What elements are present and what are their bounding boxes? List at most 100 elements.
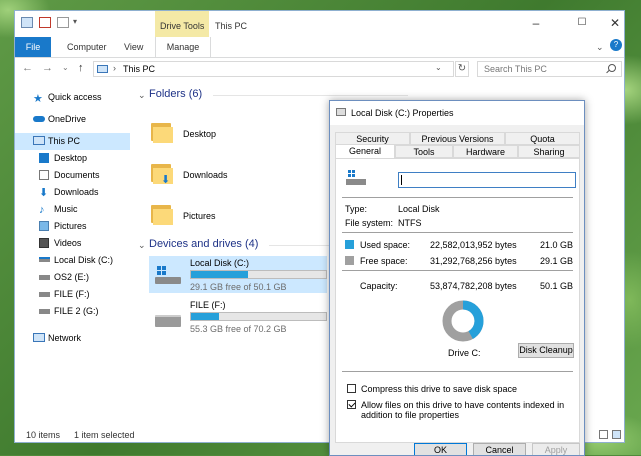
nav-label: Network	[48, 333, 82, 343]
nav-item-onedrive[interactable]: OneDrive	[15, 111, 130, 128]
recent-locations-icon[interactable]: ⌄	[62, 63, 69, 72]
maximize-icon[interactable]: ☐	[575, 17, 589, 29]
nav-item-documents[interactable]: Documents	[15, 167, 130, 184]
drive-tile-file-f[interactable]: FILE (F:) 55.3 GB free of 70.2 GB	[149, 298, 327, 335]
text-caret	[401, 175, 402, 185]
address-text[interactable]: This PC	[123, 64, 155, 74]
search-placeholder: Search This PC	[484, 64, 547, 74]
customize-toolbar-icon[interactable]: ▾	[73, 17, 77, 26]
compress-label[interactable]: Compress this drive to save disk space	[361, 384, 576, 394]
drive-name-input[interactable]	[398, 172, 576, 188]
drive-name: FILE (F:)	[190, 300, 226, 310]
properties-dialog: Local Disk (C:) Properties Security Prev…	[329, 100, 585, 456]
nav-label: Documents	[54, 170, 100, 180]
refresh-button[interactable]: ↻	[455, 61, 469, 77]
forward-icon[interactable]: →	[42, 62, 53, 74]
folder-downloads[interactable]: Downloads	[183, 170, 228, 180]
desktop-icon	[39, 153, 49, 163]
folder-desktop[interactable]: Desktop	[183, 129, 216, 139]
cloud-icon	[33, 116, 45, 122]
nav-item-music[interactable]: ♪ Music	[15, 201, 130, 218]
tab-quota[interactable]: Quota	[505, 132, 580, 145]
separator	[342, 197, 573, 198]
nav-item-file-f[interactable]: FILE (F:)	[15, 286, 130, 303]
tab-file[interactable]: File	[15, 37, 51, 57]
free-space-label: Free space:	[360, 256, 408, 266]
details-view-icon[interactable]	[599, 430, 608, 439]
nav-label: Pictures	[54, 221, 87, 231]
tab-manage[interactable]: Manage	[155, 37, 211, 57]
drive-icon	[39, 309, 50, 314]
disk-cleanup-button[interactable]: Disk Cleanup	[518, 343, 574, 358]
nav-item-desktop[interactable]: Desktop	[15, 150, 130, 167]
collapse-chevron-icon[interactable]: ⌄	[138, 90, 146, 101]
nav-item-os2-e[interactable]: OS2 (E:)	[15, 269, 130, 286]
compress-checkbox[interactable]	[347, 384, 356, 393]
tab-tools[interactable]: Tools	[395, 145, 453, 158]
folders-group-header[interactable]: Folders (6)	[149, 88, 202, 100]
breadcrumb-chevron-icon[interactable]: ›	[113, 63, 116, 73]
tab-previous-versions[interactable]: Previous Versions	[410, 132, 505, 145]
address-dropdown-icon[interactable]: ⌄	[435, 63, 442, 72]
close-icon[interactable]: ✕	[608, 17, 622, 29]
group-divider	[213, 95, 408, 96]
ok-button[interactable]: OK	[414, 443, 467, 455]
pictures-icon	[39, 221, 49, 231]
cancel-button[interactable]: Cancel	[473, 443, 526, 455]
folder-pictures[interactable]: Pictures	[183, 211, 216, 221]
search-input[interactable]: Search This PC	[477, 61, 622, 77]
tab-view[interactable]: View	[124, 42, 143, 56]
nav-item-this-pc[interactable]: This PC	[15, 133, 130, 150]
free-space-swatch	[345, 256, 354, 265]
nav-item-file2-g[interactable]: FILE 2 (G:)	[15, 303, 130, 320]
nav-item-downloads[interactable]: ⬇ Downloads	[15, 184, 130, 201]
used-space-label: Used space:	[360, 240, 411, 250]
music-icon: ♪	[39, 204, 45, 216]
minimize-icon[interactable]: –	[529, 17, 543, 29]
address-row: ← → ⌄ ↑ › This PC ⌄ ↻ Search This PC	[15, 58, 624, 80]
drives-group-header[interactable]: Devices and drives (4)	[149, 238, 258, 250]
network-icon	[33, 333, 45, 342]
expand-ribbon-icon[interactable]: ⌄	[596, 42, 604, 53]
drive-free-text: 55.3 GB free of 70.2 GB	[190, 324, 287, 334]
back-icon[interactable]: ←	[22, 62, 33, 74]
drive-tile-local-disk-c[interactable]: Local Disk (C:) 29.1 GB free of 50.1 GB	[149, 256, 327, 293]
properties-icon[interactable]	[39, 17, 51, 28]
nav-label: OS2 (E:)	[54, 272, 90, 282]
drive-icon	[155, 308, 185, 328]
apply-button[interactable]: Apply	[532, 443, 580, 455]
filesystem-value: NTFS	[398, 218, 422, 228]
capacity-label: Capacity:	[360, 281, 398, 291]
help-icon[interactable]: ?	[610, 39, 622, 51]
index-label[interactable]: Allow files on this drive to have conten…	[361, 400, 576, 420]
navigation-pane: ★ Quick access OneDrive This PC Desktop …	[15, 81, 135, 421]
star-icon: ★	[33, 93, 43, 105]
videos-icon	[39, 238, 49, 248]
large-icons-view-icon[interactable]	[612, 430, 621, 439]
drive-usage-fill	[191, 313, 220, 320]
drive-usage-bar	[190, 270, 327, 279]
nav-label: Quick access	[48, 92, 102, 102]
nav-label: Videos	[54, 238, 82, 248]
address-bar[interactable]: › This PC ⌄	[93, 61, 454, 77]
drive-icon	[39, 275, 50, 280]
tab-hardware[interactable]: Hardware	[453, 145, 518, 158]
collapse-chevron-icon[interactable]: ⌄	[138, 240, 146, 251]
nav-item-local-disk-c[interactable]: Local Disk (C:)	[15, 252, 130, 269]
tab-computer[interactable]: Computer	[67, 42, 107, 56]
drive-icon	[336, 108, 346, 116]
nav-item-pictures[interactable]: Pictures	[15, 218, 130, 235]
general-tab-panel: Type: Local Disk File system: NTFS Used …	[335, 158, 580, 443]
documents-icon	[39, 170, 49, 180]
up-icon[interactable]: ↑	[78, 62, 84, 74]
nav-item-quick-access[interactable]: ★ Quick access	[15, 89, 130, 106]
type-value: Local Disk	[398, 204, 440, 214]
new-folder-icon[interactable]	[57, 17, 69, 28]
tab-general[interactable]: General	[335, 144, 395, 159]
nav-item-videos[interactable]: Videos	[15, 235, 130, 252]
index-checkbox[interactable]	[347, 400, 356, 409]
nav-item-network[interactable]: Network	[15, 330, 130, 347]
search-icon[interactable]	[608, 64, 616, 72]
nav-label: Desktop	[54, 153, 88, 163]
tab-sharing[interactable]: Sharing	[518, 145, 580, 158]
